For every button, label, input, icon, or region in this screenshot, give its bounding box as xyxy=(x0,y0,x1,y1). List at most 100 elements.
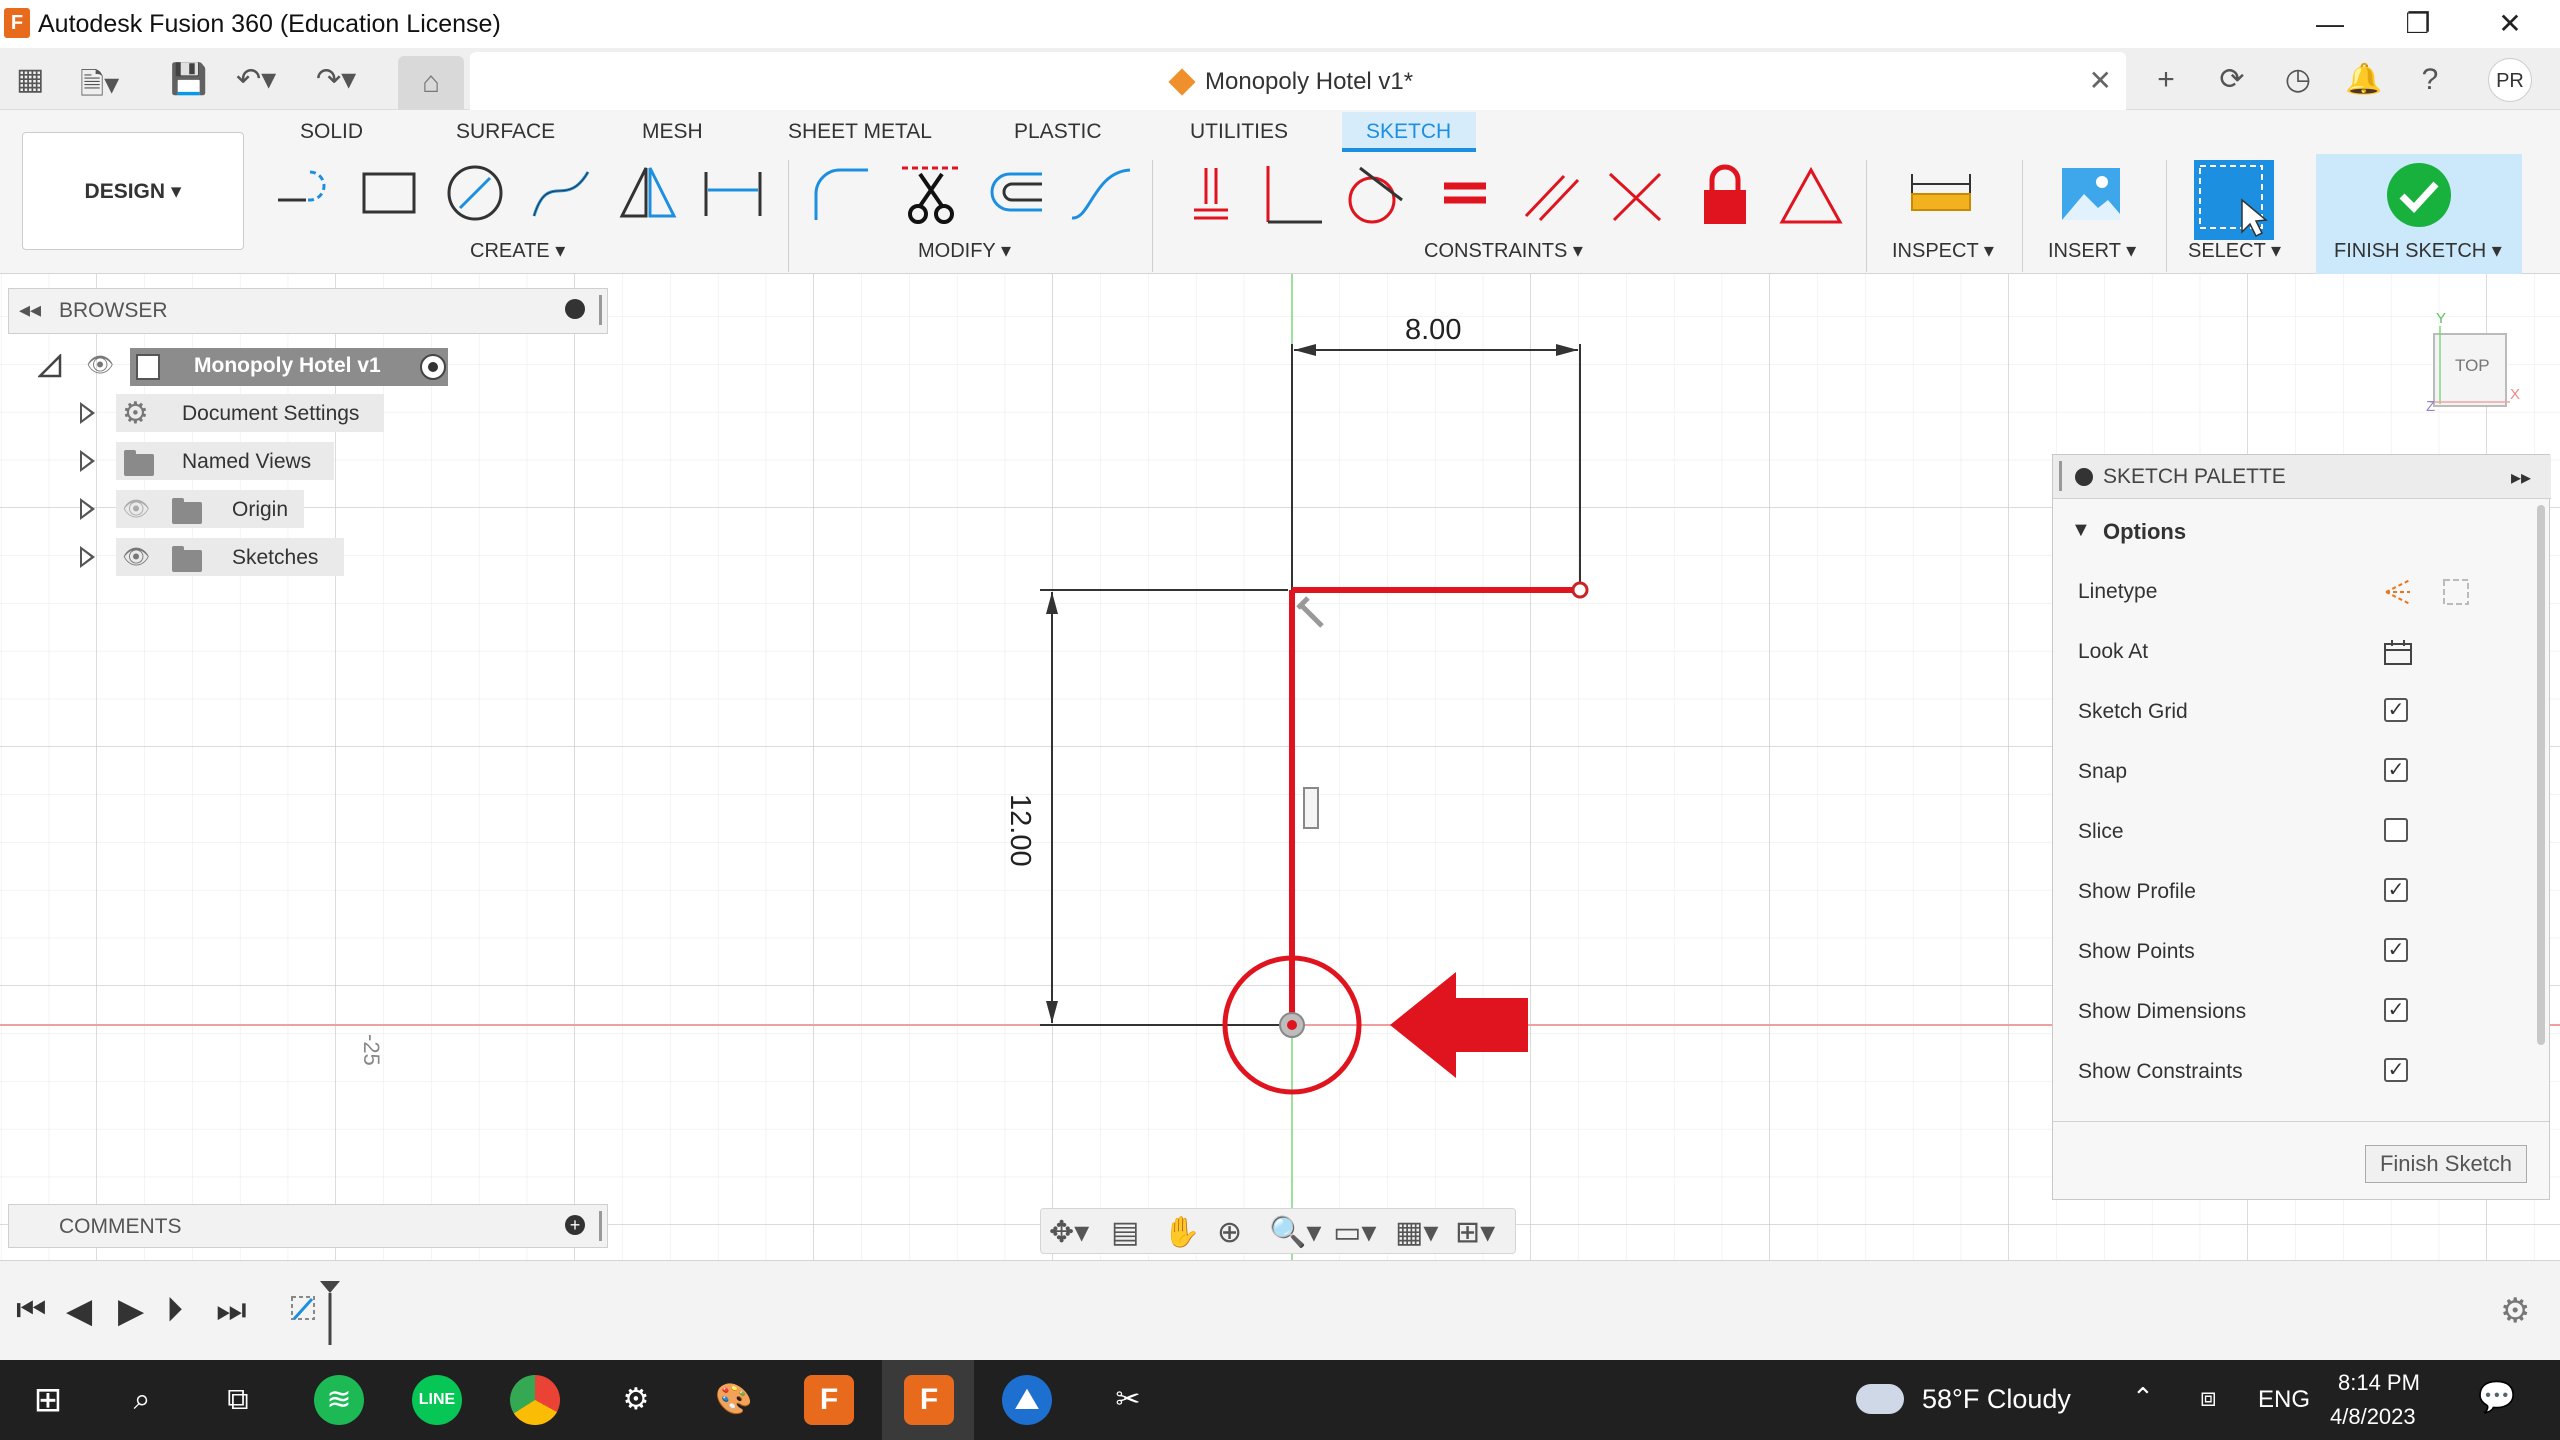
browser-item-sketches[interactable]: 👁 Sketches xyxy=(76,538,346,578)
perpendicular-x-constraint-icon[interactable] xyxy=(1600,160,1670,230)
paint-app-icon[interactable]: 🎨 xyxy=(706,1372,762,1428)
finish-sketch-palette-button[interactable]: Finish Sketch xyxy=(2365,1145,2527,1183)
viewports-icon[interactable]: ⊞▾ xyxy=(1455,1215,1495,1250)
user-avatar[interactable]: PR xyxy=(2488,58,2532,102)
dimension-height-label[interactable]: 12.00 xyxy=(1003,794,1036,867)
fusion-taskbar-icon[interactable]: F xyxy=(804,1375,854,1425)
activate-radio-icon[interactable] xyxy=(420,354,446,380)
browser-item-document-settings[interactable]: ⚙ Document Settings xyxy=(76,394,386,434)
look-at-icon[interactable] xyxy=(2382,636,2414,668)
file-menu-icon[interactable]: 🗎▾ xyxy=(80,62,119,113)
equal-constraint-icon[interactable] xyxy=(1430,160,1500,230)
show-dimensions-checkbox[interactable]: ✓ xyxy=(2384,998,2408,1022)
coincident-constraint-icon[interactable] xyxy=(1176,160,1246,230)
document-tab[interactable]: Monopoly Hotel v1* ✕ xyxy=(470,52,2126,110)
modify-group-label[interactable]: MODIFY ▾ xyxy=(918,238,1011,263)
timeline-marker-icon[interactable] xyxy=(318,1279,342,1347)
network-icon[interactable]: ⧈ xyxy=(2200,1382,2217,1414)
visibility-eye-icon[interactable]: 👁 xyxy=(122,544,150,570)
timeline-settings-gear-icon[interactable]: ⚙ xyxy=(2500,1291,2530,1331)
step-forward-icon[interactable]: ⏵ xyxy=(166,1291,183,1330)
options-section-title[interactable]: Options xyxy=(2103,519,2186,545)
measure-ruler-icon[interactable] xyxy=(1906,160,1976,230)
dimension-width-label[interactable]: 8.00 xyxy=(1405,314,1461,347)
redo-icon[interactable]: ↷▾ xyxy=(316,62,356,97)
play-icon[interactable]: ▶ xyxy=(118,1291,144,1331)
search-icon[interactable]: ⌕ xyxy=(114,1372,170,1428)
options-collapse-icon[interactable]: ▼ xyxy=(2071,519,2091,542)
mirror-tool-icon[interactable] xyxy=(612,160,682,230)
clock-date[interactable]: 4/8/2023 xyxy=(2330,1404,2416,1430)
sync-icon[interactable]: ⟳ xyxy=(2212,60,2252,100)
perpendicular-constraint-icon[interactable] xyxy=(1256,160,1326,230)
job-status-icon[interactable]: ◷ xyxy=(2278,60,2318,100)
hidden-eye-icon[interactable]: 👁 xyxy=(122,496,150,522)
undo-icon[interactable]: ↶▾ xyxy=(236,62,276,97)
expand-triangle-icon[interactable] xyxy=(80,546,95,568)
step-back-icon[interactable]: ◀ xyxy=(66,1291,92,1331)
tab-solid[interactable]: SOLID xyxy=(300,120,363,144)
circle-tool-icon[interactable] xyxy=(440,160,510,230)
slice-checkbox[interactable] xyxy=(2384,818,2408,842)
clock-time[interactable]: 8:14 PM xyxy=(2338,1370,2420,1396)
browser-minimize-icon[interactable] xyxy=(565,299,585,319)
expand-triangle-icon[interactable] xyxy=(80,402,95,424)
offset-tool-icon[interactable] xyxy=(980,160,1050,230)
save-icon[interactable]: 💾 xyxy=(170,62,207,97)
parallel-constraint-icon[interactable] xyxy=(1516,160,1586,230)
panel-grip-icon[interactable] xyxy=(599,295,602,325)
tab-mesh[interactable]: MESH xyxy=(642,120,703,144)
workspace-design-dropdown[interactable]: DESIGN ▾ xyxy=(22,132,244,250)
expand-triangle-icon[interactable] xyxy=(80,450,95,472)
zoom-icon[interactable]: ⊕ xyxy=(1217,1215,1242,1250)
close-window-button[interactable]: ✕ xyxy=(2480,4,2540,44)
snipping-tool-icon[interactable]: ✂ xyxy=(1100,1372,1156,1428)
constraints-group-label[interactable]: CONSTRAINTS ▾ xyxy=(1424,238,1583,263)
app-grid-icon[interactable]: ▦ xyxy=(16,62,44,97)
symmetry-constraint-icon[interactable] xyxy=(1776,160,1846,230)
sketch-grid-checkbox[interactable]: ✓ xyxy=(2384,698,2408,722)
home-icon[interactable]: ⌂ xyxy=(398,56,464,110)
spline-edit-icon[interactable] xyxy=(1066,160,1136,230)
centerline-linetype-icon[interactable] xyxy=(2440,576,2472,608)
fix-lock-constraint-icon[interactable] xyxy=(1690,160,1760,230)
show-profile-checkbox[interactable]: ✓ xyxy=(2384,878,2408,902)
insert-group-label[interactable]: INSERT ▾ xyxy=(2048,238,2136,263)
tab-utilities[interactable]: UTILITIES xyxy=(1190,120,1288,144)
insert-image-icon[interactable] xyxy=(2056,160,2126,230)
select-group-label[interactable]: SELECT ▾ xyxy=(2188,238,2281,263)
tab-surface[interactable]: SURFACE xyxy=(456,120,555,144)
tab-sketch[interactable]: SKETCH xyxy=(1366,120,1451,144)
add-comment-icon[interactable]: + xyxy=(565,1215,585,1235)
panel-grip-icon[interactable] xyxy=(599,1211,602,1241)
line-tool-icon[interactable] xyxy=(270,160,340,230)
fusion-active-taskbar-icon[interactable]: F xyxy=(904,1375,954,1425)
palette-scrollbar[interactable] xyxy=(2537,505,2545,1045)
palette-minimize-icon[interactable] xyxy=(2075,468,2093,486)
collapse-double-left-icon[interactable]: ◂◂ xyxy=(19,297,41,323)
weather-text[interactable]: 58°F Cloudy xyxy=(1922,1384,2071,1415)
show-constraints-checkbox[interactable]: ✓ xyxy=(2384,1058,2408,1082)
tangent-constraint-icon[interactable] xyxy=(1340,160,1410,230)
browser-item-origin[interactable]: 👁 Origin xyxy=(76,490,306,530)
display-settings-icon[interactable]: ▭▾ xyxy=(1333,1215,1376,1250)
language-indicator[interactable]: ENG xyxy=(2258,1386,2310,1414)
fillet-tool-icon[interactable] xyxy=(806,160,876,230)
expand-palette-icon[interactable]: ▸▸ xyxy=(2511,465,2531,490)
tray-chevron-up-icon[interactable]: ⌃ xyxy=(2132,1382,2154,1413)
inspect-group-label[interactable]: INSPECT ▾ xyxy=(1892,238,1994,263)
spotify-icon[interactable]: ≋ xyxy=(314,1375,364,1425)
tab-sheet-metal[interactable]: SHEET METAL xyxy=(788,120,932,144)
construction-linetype-icon[interactable] xyxy=(2382,576,2414,608)
minimize-button[interactable]: — xyxy=(2300,4,2360,44)
pan-hand-icon[interactable]: ✋ xyxy=(1163,1215,1200,1250)
finish-sketch-button[interactable]: FINISH SKETCH ▾ xyxy=(2316,154,2522,274)
settings-gear-icon[interactable]: ⚙ xyxy=(608,1372,664,1428)
expanded-triangle-icon[interactable] xyxy=(38,354,62,378)
go-to-start-icon[interactable]: ⏮ xyxy=(16,1291,47,1330)
grid-settings-icon[interactable]: ▦▾ xyxy=(1395,1215,1438,1250)
notifications-bell-icon[interactable]: 🔔 xyxy=(2344,60,2384,100)
zoom-window-icon[interactable]: 🔍▾ xyxy=(1269,1215,1321,1250)
panel-grip-icon[interactable] xyxy=(2059,461,2062,491)
select-tool-icon[interactable] xyxy=(2194,160,2274,240)
